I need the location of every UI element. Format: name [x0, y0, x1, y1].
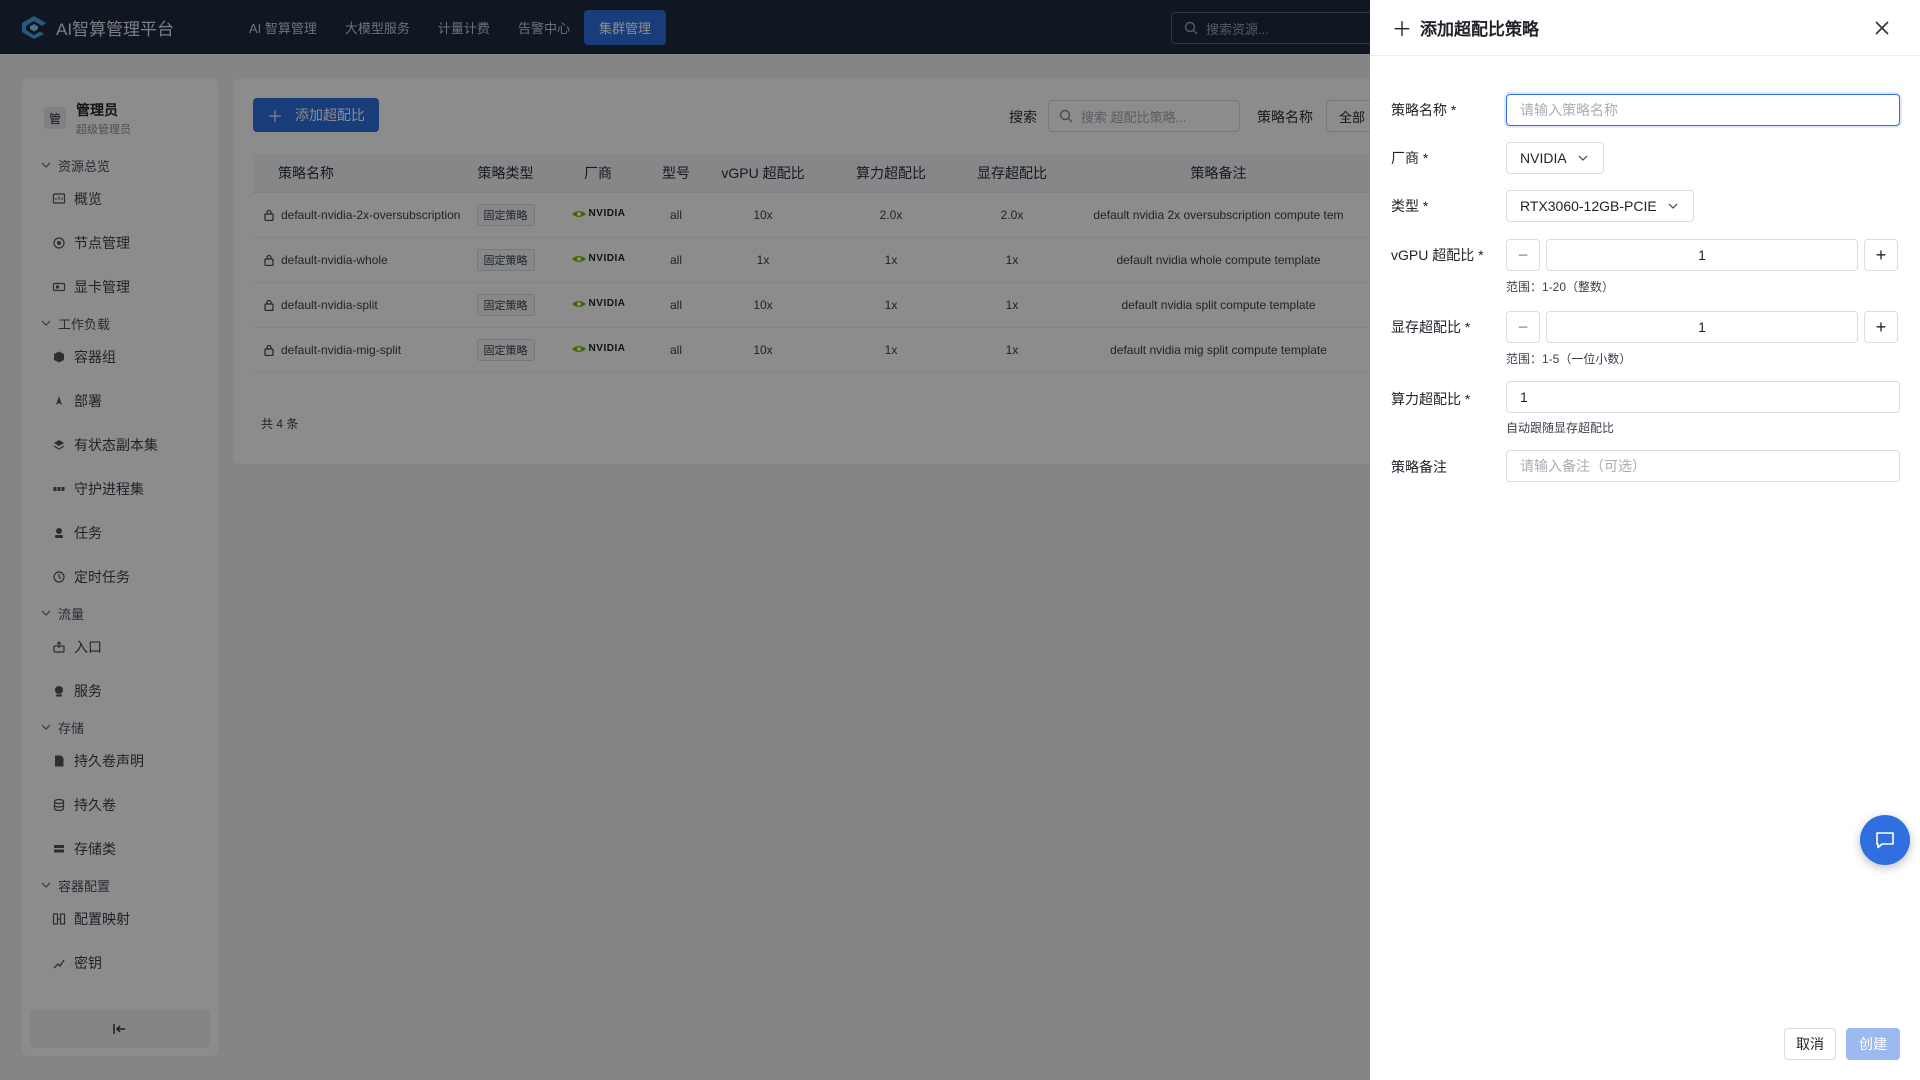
type-select-value: RTX3060-12GB-PCIE	[1520, 198, 1657, 214]
memory-increment-button[interactable]: +	[1864, 311, 1898, 343]
chevron-down-icon	[1668, 203, 1678, 209]
compute-ratio-hint: 自动跟随显存超配比	[1506, 421, 1615, 435]
plus-icon: +	[1875, 244, 1887, 265]
vgpu-ratio-value: 1	[1698, 247, 1706, 263]
create-button[interactable]: 创建	[1846, 1028, 1900, 1060]
add-policy-drawer: ＋ 添加超配比策略 策略名称 * 请输入策略名称 厂商 * NVIDIA 类型 …	[1370, 0, 1920, 1080]
chat-icon	[1876, 832, 1894, 849]
drawer-header: ＋ 添加超配比策略	[1370, 0, 1920, 56]
memory-ratio-input[interactable]: 1	[1546, 311, 1858, 343]
chevron-down-icon	[1578, 155, 1588, 161]
memory-ratio-label: 显存超配比 *	[1391, 319, 1471, 335]
compute-ratio-label: 算力超配比 *	[1391, 391, 1471, 407]
policy-name-label: 策略名称 *	[1391, 102, 1457, 118]
policy-note-label: 策略备注	[1391, 459, 1447, 475]
plus-icon: ＋	[1392, 19, 1412, 41]
close-icon[interactable]	[1872, 18, 1892, 38]
minus-icon: −	[1517, 316, 1529, 337]
policy-note-placeholder: 请输入备注（可选）	[1520, 458, 1646, 474]
policy-name-input[interactable]: 请输入策略名称	[1506, 94, 1900, 126]
vgpu-ratio-input[interactable]: 1	[1546, 239, 1858, 271]
vendor-label: 厂商 *	[1391, 150, 1429, 166]
drawer-title: 添加超配比策略	[1420, 20, 1539, 39]
minus-icon: −	[1517, 244, 1529, 265]
plus-icon: +	[1875, 316, 1887, 337]
policy-name-placeholder: 请输入策略名称	[1520, 102, 1618, 118]
compute-ratio-value: 1	[1520, 389, 1528, 405]
policy-note-input[interactable]: 请输入备注（可选）	[1506, 450, 1900, 482]
cancel-button[interactable]: 取消	[1784, 1028, 1836, 1060]
memory-decrement-button[interactable]: −	[1506, 311, 1540, 343]
vgpu-increment-button[interactable]: +	[1864, 239, 1898, 271]
chat-button[interactable]	[1860, 815, 1910, 865]
type-select[interactable]: RTX3060-12GB-PCIE	[1506, 190, 1694, 222]
vgpu-ratio-label: vGPU 超配比 *	[1391, 247, 1484, 263]
vgpu-ratio-hint: 范围：1-20（整数）	[1506, 280, 1615, 294]
memory-ratio-hint: 范围：1-5（一位小数）	[1506, 352, 1632, 366]
compute-ratio-input[interactable]: 1	[1506, 381, 1900, 413]
memory-ratio-value: 1	[1698, 319, 1706, 335]
vendor-select-value: NVIDIA	[1520, 150, 1567, 166]
vendor-select[interactable]: NVIDIA	[1506, 142, 1604, 174]
vgpu-decrement-button[interactable]: −	[1506, 239, 1540, 271]
type-label: 类型 *	[1391, 198, 1429, 214]
